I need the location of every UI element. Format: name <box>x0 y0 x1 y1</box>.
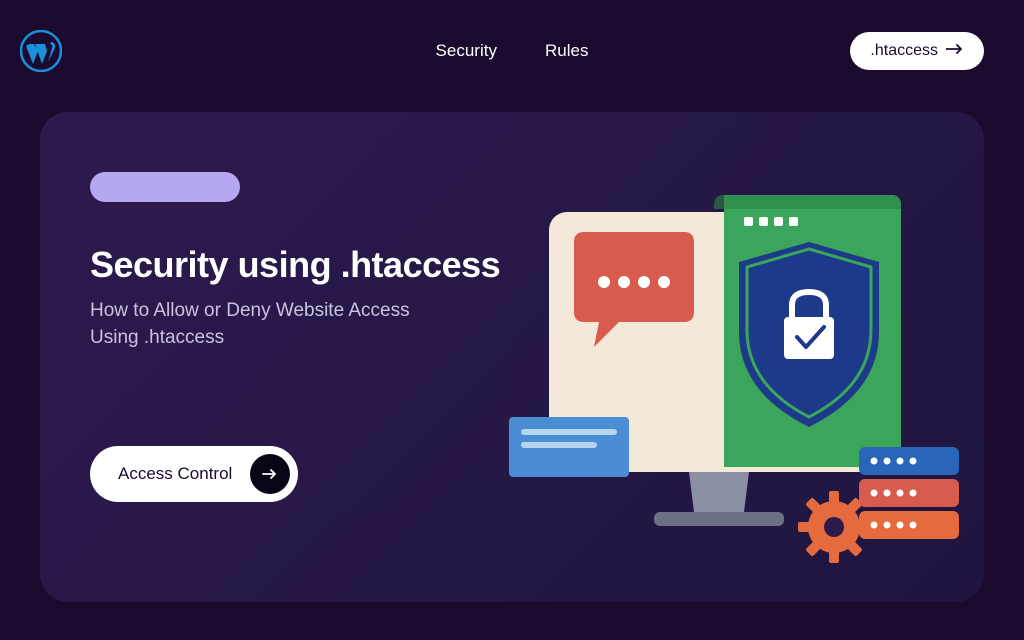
hero-content: Security using .htaccess How to Allow or… <box>90 172 530 502</box>
arrow-right-icon <box>261 468 279 480</box>
wordpress-logo <box>20 30 62 72</box>
hero-subtitle: How to Allow or Deny Website Access Usin… <box>90 298 410 351</box>
access-control-button[interactable]: Access Control <box>90 446 298 502</box>
security-illustration <box>489 167 969 567</box>
nav-link-security[interactable]: Security <box>436 41 497 61</box>
header: Security Rules .htaccess <box>0 0 1024 92</box>
accent-pill <box>90 172 240 202</box>
access-control-button-label: Access Control <box>118 464 232 484</box>
htaccess-button[interactable]: .htaccess <box>850 32 984 70</box>
htaccess-button-label: .htaccess <box>870 42 938 60</box>
nav-link-rules[interactable]: Rules <box>545 41 588 61</box>
arrow-circle <box>250 454 290 494</box>
nav: Security Rules <box>436 41 589 61</box>
hero-card: Security using .htaccess How to Allow or… <box>40 112 984 602</box>
hero-title: Security using .htaccess <box>90 244 530 286</box>
arrow-right-icon <box>946 42 964 60</box>
